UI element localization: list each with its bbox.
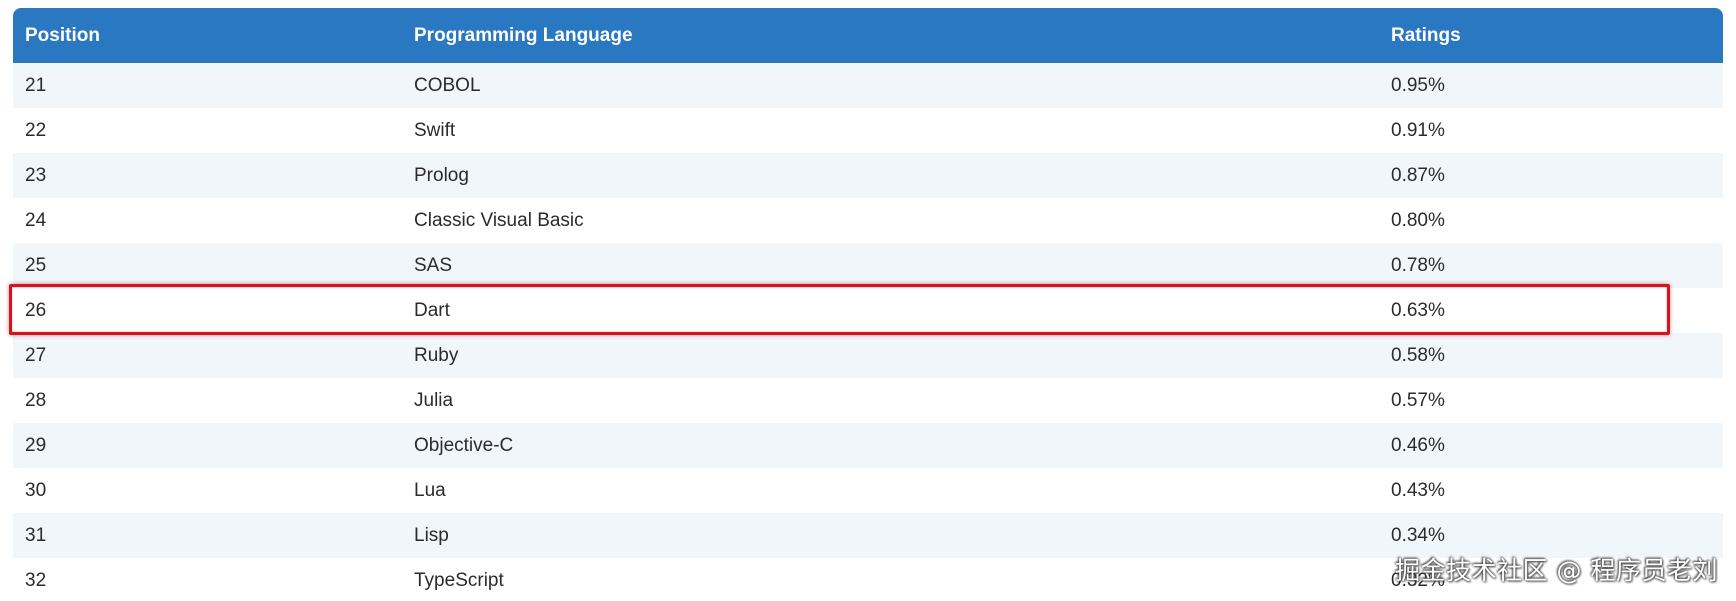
- table-row: 30 Lua 0.43%: [13, 468, 1723, 513]
- cell-position: 24: [25, 209, 47, 231]
- cell-language: Lua: [414, 479, 446, 501]
- cell-language: Prolog: [414, 164, 469, 186]
- header-language[interactable]: Programming Language: [402, 25, 1379, 47]
- table-row-highlighted: 26 Dart 0.63%: [13, 288, 1723, 333]
- cell-language: TypeScript: [414, 569, 504, 591]
- header-ratings[interactable]: Ratings: [1379, 25, 1723, 47]
- cell-position: 29: [25, 434, 47, 456]
- cell-position: 22: [25, 119, 47, 141]
- cell-rating: 0.63%: [1391, 299, 1445, 321]
- ratings-table: Position Programming Language Ratings 21…: [13, 8, 1723, 601]
- cell-rating: 0.58%: [1391, 344, 1445, 366]
- screenshot-stage: Position Programming Language Ratings 21…: [0, 0, 1736, 601]
- cell-language: Lisp: [414, 524, 449, 546]
- table-row: 22 Swift 0.91%: [13, 108, 1723, 153]
- table-row: 27 Ruby 0.58%: [13, 333, 1723, 378]
- cell-position: 31: [25, 524, 47, 546]
- cell-rating: 0.78%: [1391, 254, 1445, 276]
- watermark-text: 掘金技术社区 @ 程序员老刘: [1395, 556, 1718, 585]
- cell-position: 26: [25, 299, 47, 321]
- table-row: 24 Classic Visual Basic 0.80%: [13, 198, 1723, 243]
- cell-language: Swift: [414, 119, 456, 141]
- cell-position: 28: [25, 389, 47, 411]
- cell-rating: 0.80%: [1391, 209, 1445, 231]
- cell-rating: 0.34%: [1391, 524, 1445, 546]
- cell-position: 27: [25, 344, 47, 366]
- cell-language: COBOL: [414, 74, 481, 96]
- cell-language: Dart: [414, 299, 450, 321]
- table-row: 21 COBOL 0.95%: [13, 63, 1723, 108]
- cell-language: Ruby: [414, 344, 459, 366]
- table-row: 29 Objective-C 0.46%: [13, 423, 1723, 468]
- cell-language: Julia: [414, 389, 454, 411]
- header-position[interactable]: Position: [13, 25, 402, 47]
- cell-position: 21: [25, 74, 47, 96]
- cell-position: 30: [25, 479, 47, 501]
- cell-position: 23: [25, 164, 47, 186]
- cell-rating: 0.57%: [1391, 389, 1445, 411]
- cell-position: 32: [25, 569, 47, 591]
- cell-rating: 0.95%: [1391, 74, 1445, 96]
- table-row: 28 Julia 0.57%: [13, 378, 1723, 423]
- table-row: 23 Prolog 0.87%: [13, 153, 1723, 198]
- cell-rating: 0.46%: [1391, 434, 1445, 456]
- cell-rating: 0.91%: [1391, 119, 1445, 141]
- cell-language: Classic Visual Basic: [414, 209, 584, 231]
- table-header: Position Programming Language Ratings: [13, 8, 1723, 63]
- table-row: 25 SAS 0.78%: [13, 243, 1723, 288]
- cell-language: SAS: [414, 254, 453, 276]
- cell-rating: 0.43%: [1391, 479, 1445, 501]
- cell-position: 25: [25, 254, 47, 276]
- cell-rating: 0.87%: [1391, 164, 1445, 186]
- cell-language: Objective-C: [414, 434, 514, 456]
